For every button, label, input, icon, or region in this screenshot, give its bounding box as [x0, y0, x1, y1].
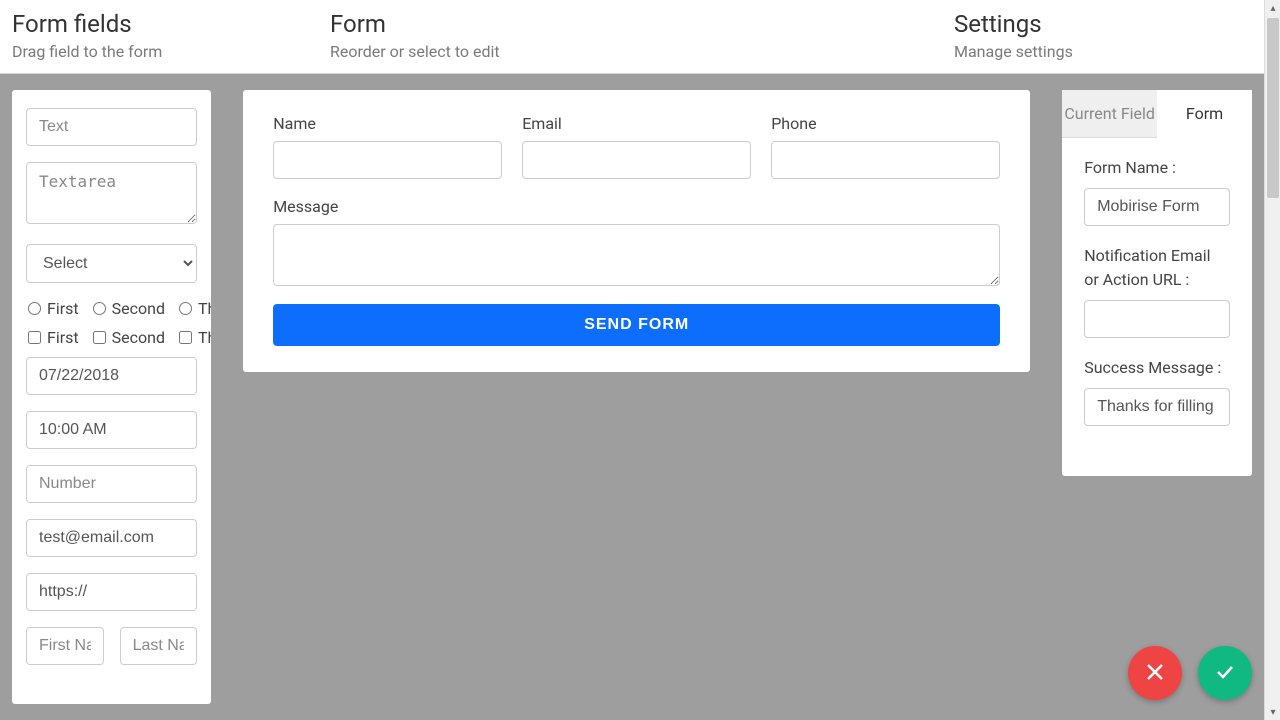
palette-item-select[interactable]: Select	[26, 244, 197, 283]
form-canvas: Name Email Phone Message	[227, 74, 1046, 720]
header-col-fields: Form fields Drag field to the form	[0, 10, 318, 61]
setting-success: Success Message :	[1084, 356, 1230, 426]
tab-current-field[interactable]: Current Field	[1062, 90, 1157, 138]
form-field-email[interactable]: Email	[522, 114, 751, 179]
email-field-input[interactable]	[522, 141, 751, 179]
palette-item-time[interactable]	[26, 411, 197, 449]
checkbox-first[interactable]	[28, 331, 41, 344]
palette-panel: Select First Second Third First Second T…	[12, 90, 211, 704]
confirm-button[interactable]	[1198, 646, 1252, 700]
header-col-settings: Settings Manage settings	[942, 10, 1250, 61]
header-col-form: Form Reorder or select to edit	[318, 10, 942, 61]
name-field-input[interactable]	[273, 141, 502, 179]
checkbox-label: First	[47, 328, 79, 347]
field-label-name: Name	[273, 114, 502, 133]
setting-label-notification: Notification Email or Action URL :	[1084, 244, 1230, 292]
scroll-down-button[interactable]: ▾	[1265, 704, 1280, 720]
last-name-input[interactable]	[120, 627, 198, 665]
header-sub-settings: Manage settings	[954, 42, 1238, 61]
palette-item-text[interactable]	[26, 108, 197, 146]
field-label-message: Message	[273, 197, 1000, 216]
radio-label: Third	[198, 299, 211, 318]
setting-label-line1: Notification Email	[1084, 246, 1210, 265]
form-field-phone[interactable]: Phone	[771, 114, 1000, 179]
form-field-message[interactable]: Message	[273, 197, 1000, 286]
textarea-input[interactable]	[26, 162, 197, 224]
email-input[interactable]	[26, 519, 197, 557]
palette-item-number[interactable]	[26, 465, 197, 503]
palette-item-checkbox[interactable]: First Second Third	[26, 328, 197, 347]
fab-row	[1128, 646, 1252, 700]
select-input[interactable]: Select	[26, 244, 197, 283]
header-title-settings: Settings	[954, 10, 1238, 38]
success-message-input[interactable]	[1084, 388, 1230, 426]
field-label-email: Email	[522, 114, 751, 133]
send-form-button[interactable]: SEND FORM	[273, 304, 1000, 346]
time-input[interactable]	[26, 411, 197, 449]
header: Form fields Drag field to the form Form …	[0, 0, 1264, 74]
palette-item-url[interactable]	[26, 573, 197, 611]
setting-notification: Notification Email or Action URL :	[1084, 244, 1230, 338]
radio-label: Second	[112, 299, 165, 318]
first-name-input[interactable]	[26, 627, 104, 665]
scrollbar[interactable]: ▴ ▾	[1264, 0, 1280, 720]
phone-field-input[interactable]	[771, 141, 1000, 179]
main: Select First Second Third First Second T…	[0, 74, 1264, 720]
settings-panel: Current Field Form Form Name : Notificat…	[1062, 90, 1252, 476]
setting-label-success: Success Message :	[1084, 356, 1230, 380]
cancel-button[interactable]	[1128, 646, 1182, 700]
checkbox-label: Third	[198, 328, 211, 347]
notification-input[interactable]	[1084, 300, 1230, 338]
header-title-fields: Form fields	[12, 10, 306, 38]
checkbox-label: Second	[112, 328, 165, 347]
scroll-thumb[interactable]	[1267, 18, 1279, 198]
palette-item-radio[interactable]: First Second Third	[26, 299, 197, 318]
header-sub-fields: Drag field to the form	[12, 42, 306, 61]
setting-label-line2: or Action URL :	[1084, 270, 1189, 289]
check-icon	[1213, 660, 1237, 687]
message-field-input[interactable]	[273, 224, 1000, 286]
tab-form[interactable]: Form	[1157, 90, 1252, 138]
form-card[interactable]: Name Email Phone Message	[243, 90, 1030, 372]
palette-item-email[interactable]	[26, 519, 197, 557]
header-title-form: Form	[330, 10, 930, 38]
setting-label-form-name: Form Name :	[1084, 156, 1230, 180]
url-input[interactable]	[26, 573, 197, 611]
settings-tabs: Current Field Form	[1062, 90, 1252, 138]
palette-item-date[interactable]	[26, 357, 197, 395]
form-name-input[interactable]	[1084, 188, 1230, 226]
scroll-up-button[interactable]: ▴	[1265, 0, 1280, 16]
header-sub-form: Reorder or select to edit	[330, 42, 930, 61]
radio-label: First	[47, 299, 79, 318]
radio-first[interactable]	[28, 302, 41, 315]
text-input[interactable]	[26, 108, 197, 146]
setting-form-name: Form Name :	[1084, 156, 1230, 226]
radio-second[interactable]	[93, 302, 106, 315]
number-input[interactable]	[26, 465, 197, 503]
checkbox-third[interactable]	[179, 331, 192, 344]
form-field-name[interactable]: Name	[273, 114, 502, 179]
radio-third[interactable]	[179, 302, 192, 315]
checkbox-second[interactable]	[93, 331, 106, 344]
date-input[interactable]	[26, 357, 197, 395]
close-icon	[1143, 660, 1167, 687]
palette-item-textarea[interactable]	[26, 162, 197, 228]
palette-item-name-split[interactable]	[26, 627, 197, 665]
field-label-phone: Phone	[771, 114, 1000, 133]
